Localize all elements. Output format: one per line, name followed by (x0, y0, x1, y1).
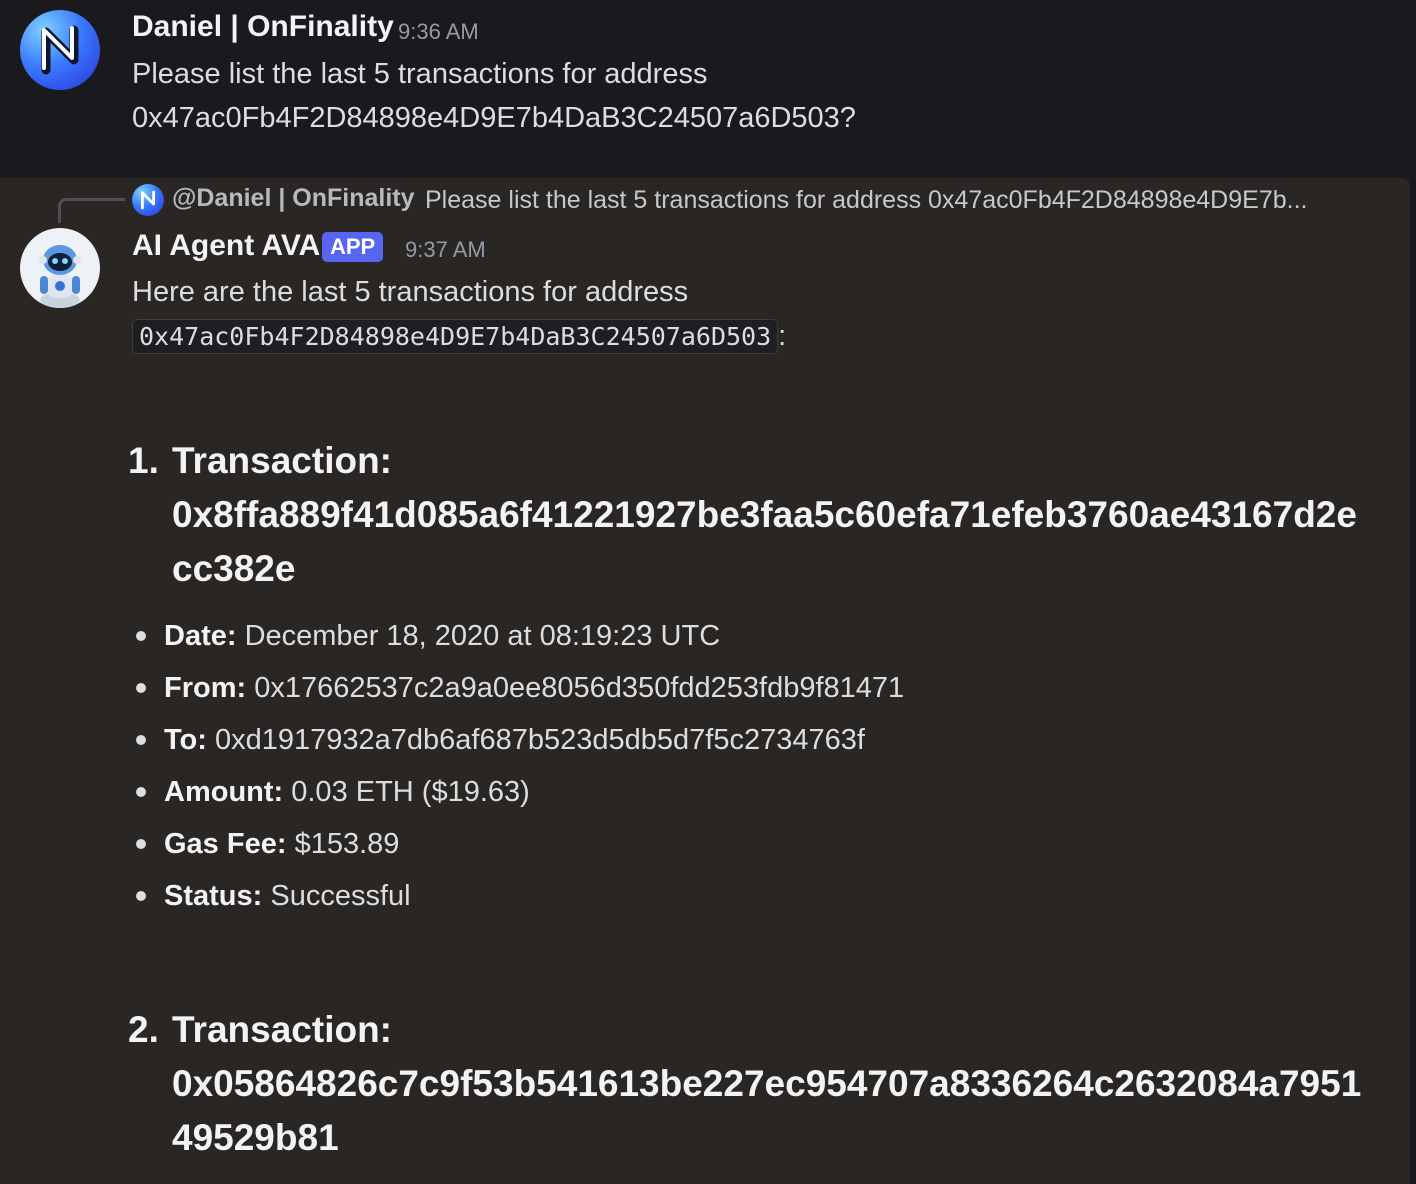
message-timestamp: 9:36 AM (398, 19, 479, 44)
reply-preview-text[interactable]: Please list the last 5 transactions for … (425, 186, 1365, 215)
reply-username[interactable]: @Daniel | OnFinality (172, 184, 415, 213)
transaction-heading: 1. Transaction: 0x8ffa889f41d085a6f412219… (128, 434, 1362, 596)
bot-avatar[interactable] (20, 228, 100, 308)
detail-to: To: 0xd1917932a7db6af687b523d5db5d7f5c27… (132, 714, 904, 766)
transaction-label: Transaction: (172, 440, 392, 481)
message-username[interactable]: Daniel | OnFinality (132, 10, 394, 44)
transaction-number: 2. (128, 1009, 159, 1050)
app-badge: APP (322, 232, 384, 262)
transaction-hash: 0x8ffa889f41d085a6f41221927be3faa5c60efa… (172, 494, 1357, 589)
detail-gas-fee: Gas Fee: $153.89 (132, 818, 904, 870)
bot-address-line: 0x47ac0Fb4F2D84898e4D9E7b4DaB3C24507a6D5… (132, 314, 786, 359)
detail-status: Status: Successful (132, 870, 904, 922)
robot-icon (39, 245, 81, 308)
reply-avatar[interactable] (132, 184, 164, 216)
detail-amount: Amount: 0.03 ETH ($19.63) (132, 766, 904, 818)
bot-intro-text: Here are the last 5 transactions for add… (132, 276, 689, 308)
bot-username[interactable]: AI Agent AVA (132, 229, 320, 263)
user-avatar[interactable] (20, 10, 100, 90)
message-text-line2: 0x47ac0Fb4F2D84898e4D9E7b4DaB3C24507a6D5… (132, 102, 856, 134)
address-suffix: : (778, 320, 787, 352)
message-text-line1: Please list the last 5 transactions for … (132, 58, 708, 90)
message-user: Daniel | OnFinality 9:36 AM Please list … (0, 0, 1416, 178)
transaction-label: Transaction: (172, 1009, 392, 1050)
detail-date: Date: December 18, 2020 at 08:19:23 UTC (132, 610, 904, 662)
bot-timestamp: 9:37 AM (405, 237, 486, 262)
transaction-hash: 0x05864826c7c9f53b541613be227ec954707a83… (172, 1063, 1362, 1158)
transaction-heading: 2. Transaction: 0x05864826c7c9f53b541613b… (128, 1003, 1362, 1165)
message-bot: @Daniel | OnFinality Please list the las… (0, 178, 1410, 1184)
onfinality-logo-icon (41, 25, 79, 75)
reply-connector (58, 198, 125, 223)
transaction-details-list: Date: December 18, 2020 at 08:19:23 UTC … (132, 610, 904, 922)
address-code: 0x47ac0Fb4F2D84898e4D9E7b4DaB3C24507a6D5… (132, 319, 779, 354)
transaction-number: 1. (128, 440, 159, 481)
onfinality-logo-icon (141, 190, 155, 210)
detail-from: From: 0x17662537c2a9a0ee8056d350fdd253fd… (132, 662, 904, 714)
